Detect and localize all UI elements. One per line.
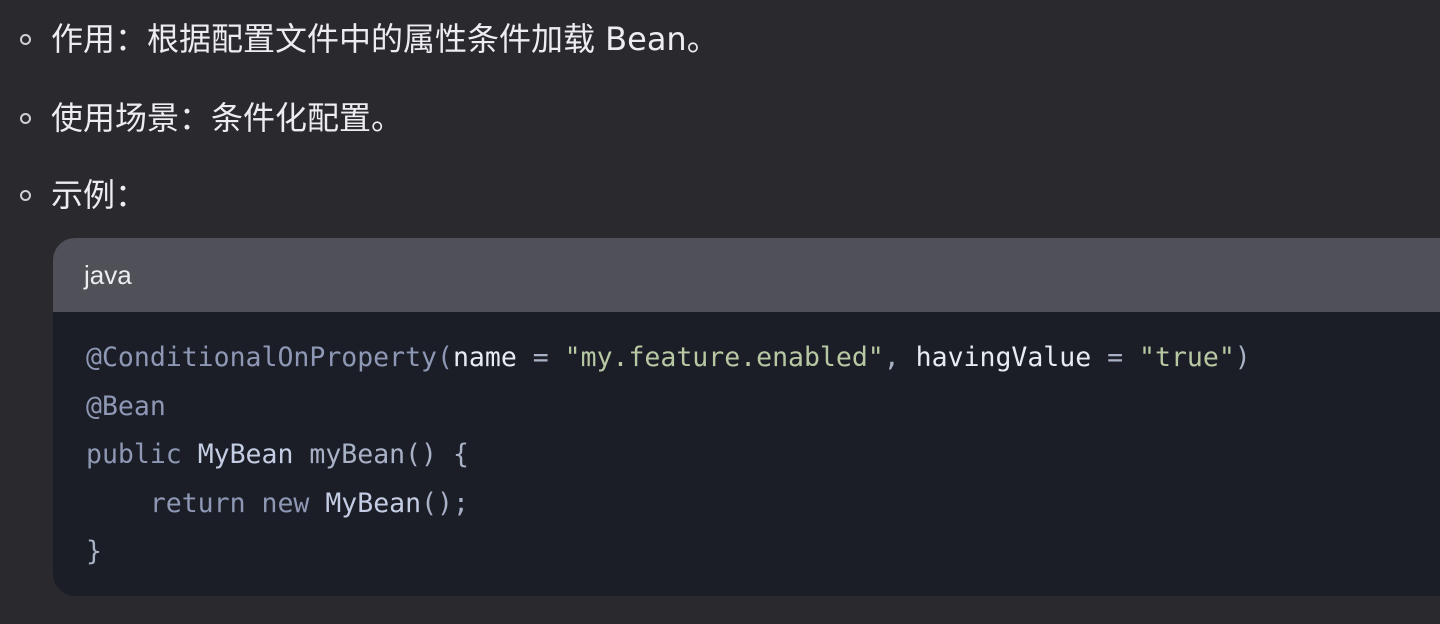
hollow-circle-bullet-icon bbox=[20, 112, 31, 124]
code-line: @ConditionalOnProperty(name = "my.featur… bbox=[86, 334, 1440, 383]
code-token: "true" bbox=[1139, 342, 1235, 373]
code-token: "my.feature.enabled" bbox=[564, 342, 884, 373]
code-token: havingValue bbox=[915, 342, 1092, 373]
list-item-example: 示例： bbox=[20, 173, 147, 217]
list-item-text: 作用：根据配置文件中的属性条件加载 Bean。 bbox=[51, 20, 719, 58]
code-token: MyBean bbox=[197, 439, 294, 470]
list-item-text: 示例： bbox=[51, 176, 148, 214]
code-block: java @ConditionalOnProperty(name = "my.f… bbox=[53, 238, 1440, 596]
code-token: MyBean bbox=[325, 487, 422, 519]
code-token: public bbox=[86, 439, 198, 470]
list-item-use-case: 使用场景：条件化配置。 bbox=[20, 96, 403, 140]
code-token: , bbox=[883, 342, 916, 373]
code-token: myBean() { bbox=[293, 439, 469, 470]
code-line: return new MyBean(); bbox=[86, 480, 1440, 529]
code-token: new bbox=[261, 487, 326, 519]
code-line: @Bean bbox=[86, 383, 1440, 432]
code-block-header: java bbox=[53, 238, 1440, 312]
code-language-label: java bbox=[84, 259, 132, 290]
hollow-circle-bullet-icon bbox=[20, 189, 31, 201]
code-token: @Bean bbox=[86, 390, 166, 422]
code-token: ) bbox=[1234, 342, 1251, 373]
code-token: } bbox=[86, 536, 102, 567]
list-item-text: 使用场景：条件化配置。 bbox=[51, 99, 404, 137]
code-line: } bbox=[86, 528, 1440, 577]
code-line: public MyBean myBean() { bbox=[86, 431, 1440, 480]
code-token: name bbox=[452, 342, 517, 373]
code-token: return bbox=[86, 487, 262, 519]
code-content[interactable]: @ConditionalOnProperty(name = "my.featur… bbox=[53, 312, 1440, 577]
code-token: @ConditionalOnProperty( bbox=[86, 342, 453, 373]
code-token: = bbox=[1091, 342, 1140, 373]
hollow-circle-bullet-icon bbox=[20, 33, 31, 45]
code-token: (); bbox=[421, 487, 469, 519]
list-item-purpose: 作用：根据配置文件中的属性条件加载 Bean。 bbox=[20, 17, 719, 61]
code-token: = bbox=[516, 342, 565, 373]
